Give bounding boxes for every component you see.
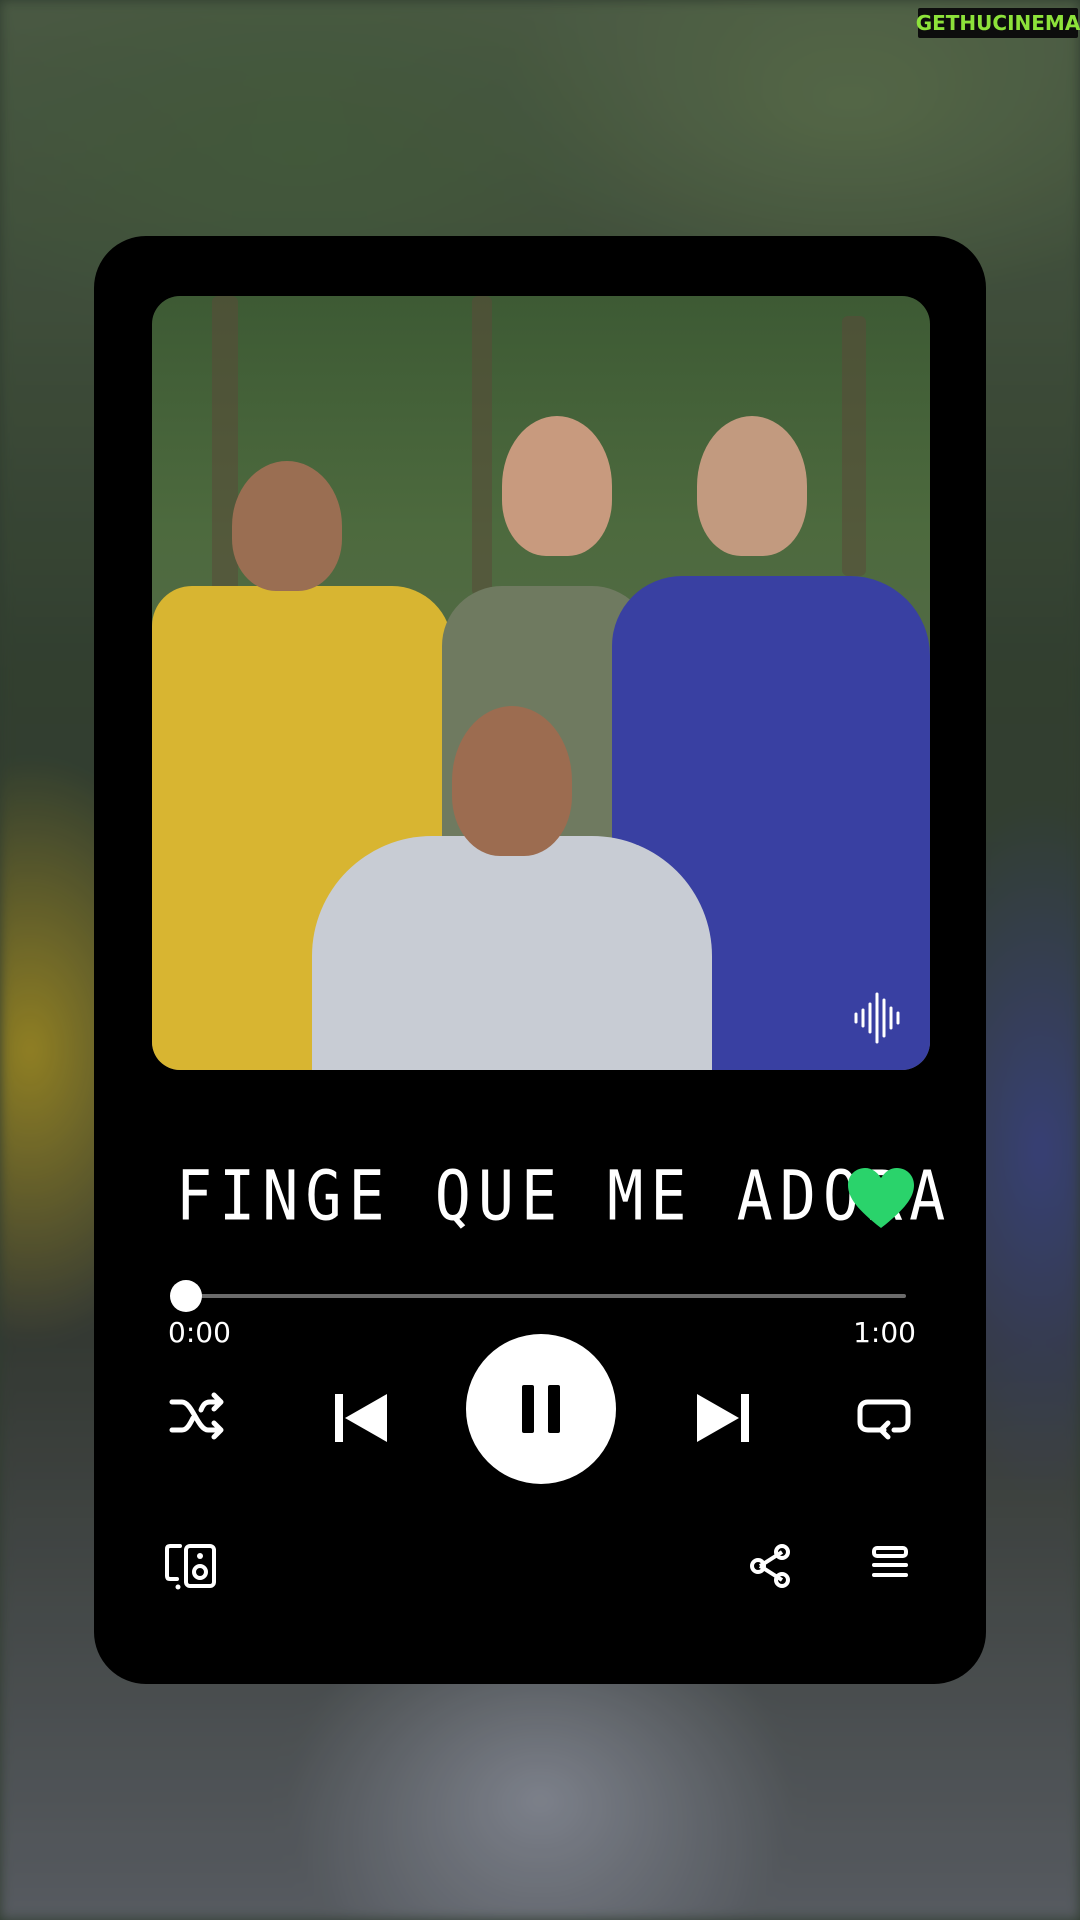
track-title: FINGE QUE ME ADORA xyxy=(176,1156,953,1237)
skip-next-icon[interactable] xyxy=(691,1386,755,1450)
progress-knob[interactable] xyxy=(170,1280,202,1312)
connect-device-icon[interactable] xyxy=(164,1542,222,1592)
total-duration: 1:00 xyxy=(853,1316,916,1349)
skip-previous-icon[interactable] xyxy=(329,1386,393,1450)
heart-icon[interactable] xyxy=(846,1166,916,1230)
shuffle-icon[interactable] xyxy=(168,1386,228,1446)
pause-button[interactable] xyxy=(466,1334,616,1484)
queue-icon[interactable] xyxy=(870,1544,910,1584)
watermark-part2: CINEMA xyxy=(992,11,1080,35)
pause-icon xyxy=(522,1385,560,1433)
share-icon[interactable] xyxy=(748,1542,792,1590)
sound-wave-icon xyxy=(854,992,900,1044)
gethu-cinema-watermark: GETHU CINEMA xyxy=(915,8,1080,38)
player-card: FINGE QUE ME ADORA 0:00 1:00 xyxy=(94,236,986,1684)
album-cover xyxy=(152,296,930,1070)
watermark-part1: GETHU xyxy=(915,11,993,35)
elapsed-time: 0:00 xyxy=(168,1316,231,1349)
progress-bar[interactable] xyxy=(170,1280,906,1312)
repeat-icon[interactable] xyxy=(854,1386,914,1446)
